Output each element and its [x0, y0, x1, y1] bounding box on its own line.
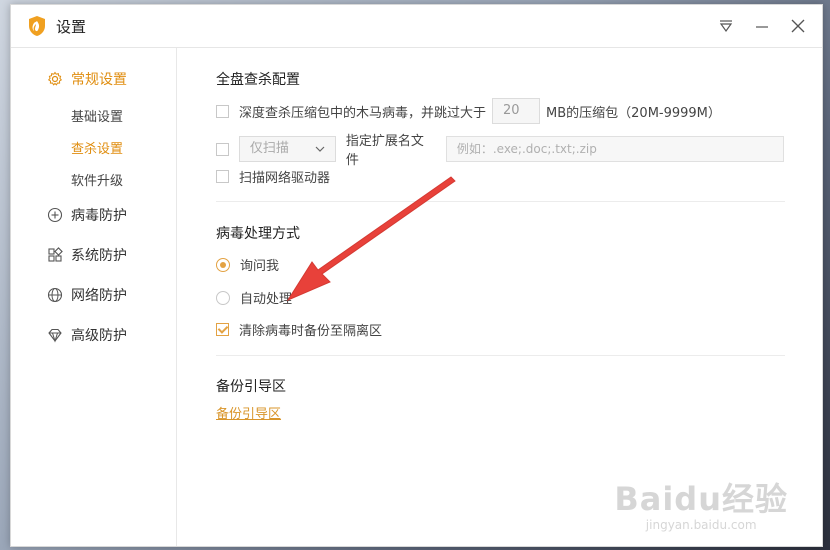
sidebar-item-label: 高级防护	[71, 328, 127, 344]
radio-ask-row[interactable]: 询问我	[216, 255, 279, 274]
sidebar-item-label: 网络防护	[71, 288, 127, 304]
watermark-main-text: Baidu经验	[614, 480, 788, 518]
title-bar: 设置	[11, 5, 822, 48]
triangle-down-icon	[719, 20, 733, 33]
window-title: 设置	[56, 18, 87, 36]
close-button[interactable]	[787, 15, 809, 37]
ask-me-label: 询问我	[240, 259, 280, 274]
section-divider	[216, 201, 785, 202]
sidebar-item-system-protection[interactable]: 系统防护	[47, 244, 127, 266]
backup-quarantine-label: 清除病毒时备份至隔离区	[239, 324, 383, 339]
watermark-sub-text: jingyan.baidu.com	[645, 518, 757, 532]
extension-scan-checkbox[interactable]	[216, 142, 229, 156]
sidebar-item-label: 常规设置	[71, 72, 127, 88]
sidebar-item-virus-protection[interactable]: 病毒防护	[47, 204, 127, 226]
backup-boot-link[interactable]: 备份引导区	[216, 403, 281, 422]
sidebar-item-general-settings[interactable]: 常规设置	[47, 68, 127, 90]
sidebar: 常规设置 基础设置 查杀设置 软件升级 病毒防护 系统防护 网络防护 高级防护	[11, 48, 177, 546]
extension-scan-row: 仅扫描 指定扩展名文件 例如：.exe;.doc;.txt;.zip	[216, 130, 784, 168]
diamond-icon	[48, 328, 62, 343]
sidebar-subitem-upgrade[interactable]: 软件升级	[71, 170, 123, 189]
sidebar-subitem-basic[interactable]: 基础设置	[71, 106, 123, 125]
baidu-watermark: Baidu经验 jingyan.baidu.com	[614, 474, 788, 532]
auto-handle-label: 自动处理	[240, 292, 293, 307]
network-drive-label: 扫描网络驱动器	[239, 171, 331, 186]
section-title-full-scan: 全盘查杀配置	[216, 72, 300, 88]
network-drive-row: 扫描网络驱动器	[216, 167, 330, 186]
backup-quarantine-row[interactable]: 清除病毒时备份至隔离区	[216, 320, 382, 339]
network-drive-checkbox[interactable]	[216, 170, 229, 183]
grid-icon	[48, 247, 63, 262]
sidebar-item-label: 系统防护	[71, 248, 127, 264]
shield-flame-logo-icon	[29, 16, 45, 36]
ask-me-radio[interactable]	[216, 257, 230, 272]
section-title-virus-handling: 病毒处理方式	[216, 226, 300, 242]
deep-scan-row: 深度查杀压缩包中的木马病毒，并跳过大于 20 MB的压缩包（20M-9999M）	[216, 98, 721, 124]
chevron-down-icon	[315, 146, 325, 152]
extension-label: 指定扩展名文件	[345, 134, 424, 168]
minimize-button[interactable]	[751, 15, 773, 37]
archive-size-input[interactable]: 20	[492, 98, 541, 124]
scan-mode-value: 仅扫描	[249, 141, 289, 156]
sidebar-subitem-scan-settings[interactable]: 查杀设置	[71, 138, 123, 157]
deep-scan-label: 深度查杀压缩包中的木马病毒，并跳过大于	[239, 105, 487, 121]
plus-circle-icon	[47, 207, 63, 223]
section-divider	[216, 355, 785, 356]
backup-quarantine-checkbox[interactable]	[216, 323, 229, 336]
gear-icon	[47, 71, 63, 86]
deep-scan-checkbox[interactable]	[216, 104, 229, 118]
section-title-boot-backup: 备份引导区	[216, 379, 286, 395]
close-icon	[791, 19, 805, 33]
settings-window: 设置 常规设置 基础设置 查杀设置 软件升级 病毒防护 系统防护 网络防护 高级…	[10, 4, 823, 547]
globe-icon	[47, 287, 63, 303]
auto-handle-radio[interactable]	[216, 290, 230, 305]
extension-input[interactable]: 例如：.exe;.doc;.txt;.zip	[445, 136, 784, 162]
sidebar-item-label: 病毒防护	[71, 208, 127, 224]
minimize-icon	[756, 26, 768, 28]
sidebar-item-advanced-protection[interactable]: 高级防护	[47, 324, 127, 346]
sidebar-item-network-protection[interactable]: 网络防护	[47, 284, 127, 306]
radio-auto-row[interactable]: 自动处理	[216, 288, 292, 307]
archive-size-suffix: MB的压缩包（20M-9999M）	[546, 105, 721, 121]
scan-mode-select[interactable]: 仅扫描	[238, 136, 336, 162]
menu-dropdown-button[interactable]	[715, 15, 737, 37]
